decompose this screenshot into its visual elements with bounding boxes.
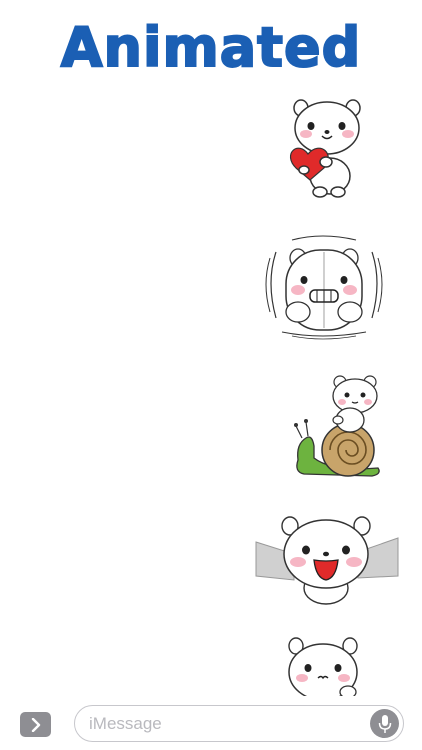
page-title: Animated [60, 15, 362, 80]
chevron-right-icon [31, 717, 40, 732]
compose-bar [0, 696, 422, 750]
dictation-button[interactable] [370, 709, 399, 738]
bear-flying-icon [255, 516, 399, 605]
bear-snail-icon [294, 375, 380, 477]
sticker-bear-holding-heart[interactable] [286, 96, 366, 200]
sticker-bear-peeking[interactable] [286, 634, 362, 700]
message-field[interactable] [74, 705, 404, 742]
bear-peeking-icon [288, 637, 358, 700]
bear-heart-icon [289, 99, 361, 198]
bear-shaking-icon [265, 235, 383, 340]
microphone-icon [378, 714, 391, 733]
sticker-bear-riding-snail[interactable] [292, 374, 386, 478]
app-drawer-button[interactable] [20, 712, 51, 737]
message-input[interactable] [89, 706, 349, 741]
sticker-bear-shaking-nervous[interactable] [262, 232, 386, 342]
sticker-bear-flying-cheer[interactable] [254, 514, 400, 606]
